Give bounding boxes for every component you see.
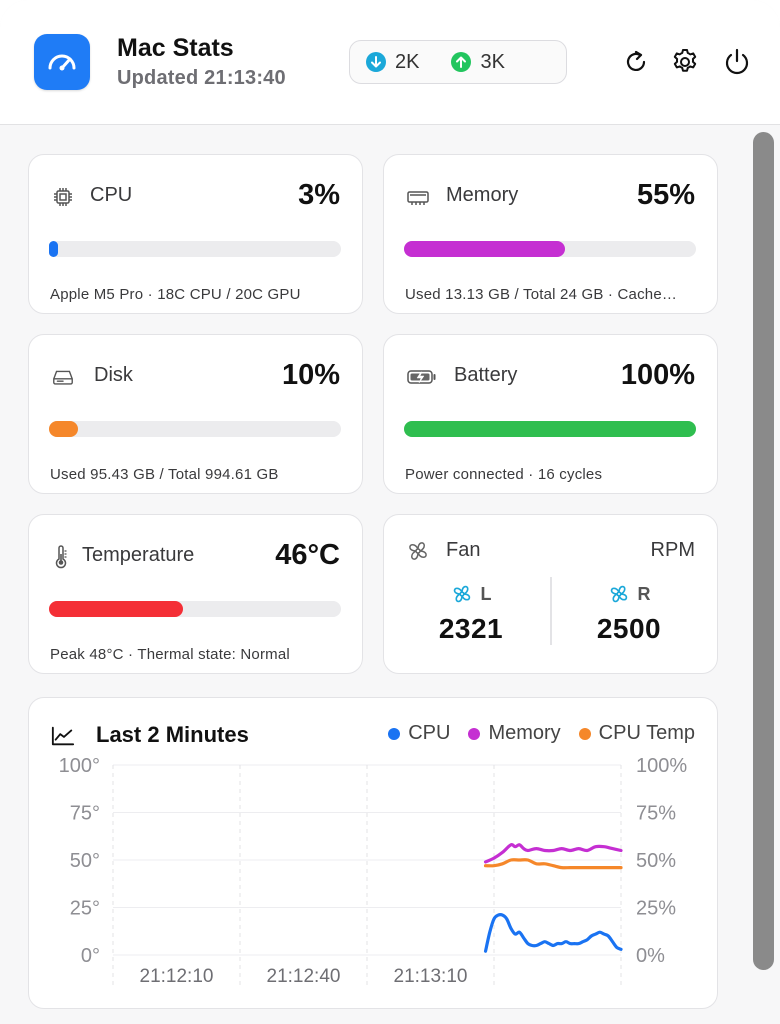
battery-progress-fill <box>404 421 696 437</box>
fan-label: Fan <box>446 539 481 561</box>
network-throughput: 2K 3K <box>349 40 567 84</box>
temperature-progress-bar <box>49 601 341 617</box>
cpu-detail: Apple M5 Pro · 18C CPU / 20C GPU <box>50 286 301 303</box>
battery-charging-icon <box>406 365 438 389</box>
fan-right-header: R <box>549 581 709 607</box>
disk-progress-fill <box>49 421 79 437</box>
updated-status: Updated 21:13:40 <box>117 67 286 90</box>
fan-right-icon <box>610 585 627 603</box>
cpu-series-line <box>483 913 623 953</box>
cpu-card: CPU 3% Apple M5 Pro · 18C CPU / 20C GPU <box>28 154 363 314</box>
disk-progress-bar <box>49 421 341 437</box>
thermometer-icon <box>49 545 73 569</box>
fan-left-header: L <box>391 581 551 607</box>
fan-left-icon <box>453 585 470 603</box>
disk-value: 10% <box>281 359 340 391</box>
upload-arrow-icon <box>451 52 472 72</box>
cpu-label: CPU <box>90 184 133 206</box>
temperature-label: Temperature <box>82 544 195 566</box>
power-icon <box>725 48 749 75</box>
memory-detail: Used 13.13 GB / Total 24 GB · Cache… <box>405 286 678 303</box>
refresh-button[interactable] <box>619 45 653 79</box>
gauge-icon <box>34 34 90 90</box>
x-tick-label: 21:13:10 <box>394 966 468 987</box>
fan-right: R 2500 <box>549 581 709 645</box>
y-right-tick-label: 75% <box>636 803 676 825</box>
history-chart: 100° 100% 75° 75% 50° 50% 25° 25% 0° 0% 21:12:10 21… <box>59 755 688 987</box>
memory-series-line <box>483 843 623 864</box>
memory-card: Memory 55% Used 13.13 GB / Total 24 GB ·… <box>383 154 718 314</box>
power-button[interactable] <box>720 45 754 79</box>
cpu-progress-fill <box>49 241 58 257</box>
cpu-value: 3% <box>298 179 340 211</box>
fan-icon <box>406 539 430 563</box>
app-window: Mac Stats Updated 21:13:40 2K 3K CPU 3% … <box>0 0 780 1024</box>
memory-progress-fill <box>404 241 565 257</box>
disk-card: Disk 10% Used 95.43 GB / Total 994.61 GB <box>28 334 363 494</box>
app-title: Mac Stats <box>117 34 234 62</box>
download-rate: 2K <box>366 51 419 74</box>
temperature-value: 46°C <box>275 539 340 571</box>
fan-left-rpm: 2321 <box>438 613 504 644</box>
temperature-card: Temperature 46°C Peak 48°C · Thermal sta… <box>28 514 363 674</box>
chip-icon <box>51 185 75 209</box>
y-left-tick-label: 100° <box>59 755 100 777</box>
fan-unit: RPM <box>650 539 695 561</box>
memory-icon <box>406 185 430 209</box>
memory-label: Memory <box>446 184 519 206</box>
disk-detail: Used 95.43 GB / Total 994.61 GB <box>50 466 279 483</box>
battery-value: 100% <box>620 359 695 391</box>
gear-icon <box>673 49 697 72</box>
disk-drive-icon <box>51 365 75 389</box>
x-tick-label: 21:12:40 <box>267 966 341 987</box>
fan-right-label: R <box>637 583 651 604</box>
y-right-tick-label: 0% <box>636 945 665 967</box>
x-tick-label: 21:12:10 <box>140 966 214 987</box>
disk-label: Disk <box>94 364 133 386</box>
upload-rate: 3K <box>451 50 505 74</box>
fan-right-rpm: 2500 <box>596 613 662 644</box>
fan-left-label: L <box>480 583 492 604</box>
settings-button[interactable] <box>668 45 702 79</box>
battery-label: Battery <box>454 364 518 386</box>
refresh-icon <box>626 50 646 71</box>
y-right-tick-label: 50% <box>636 850 676 872</box>
y-right-tick-label: 100% <box>636 755 687 777</box>
history-chart-card: Last 2 Minutes CPU Memory CPU Temp 100° 1… <box>28 697 718 1009</box>
updated-prefix: Updated <box>117 67 199 89</box>
header-bar: Mac Stats Updated 21:13:40 2K 3K <box>0 0 780 125</box>
memory-value: 55% <box>636 179 695 211</box>
y-left-tick-label: 0° <box>81 945 100 967</box>
y-left-tick-label: 75° <box>70 803 100 825</box>
cpu-progress-bar <box>49 241 341 257</box>
y-right-tick-label: 25% <box>636 898 676 920</box>
y-left-tick-label: 50° <box>70 850 100 872</box>
battery-detail: Power connected · 16 cycles <box>405 466 603 483</box>
memory-progress-bar <box>404 241 696 257</box>
battery-card: Battery 100% Power connected · 16 cycles <box>383 334 718 494</box>
battery-progress-bar <box>404 421 696 437</box>
temperature-progress-fill <box>49 601 184 617</box>
fan-card: Fan RPM L 2321 R 2500 <box>383 514 718 674</box>
upload-value: 3K <box>480 50 505 73</box>
download-value: 2K <box>395 50 420 73</box>
scrollbar-thumb[interactable] <box>753 132 774 970</box>
cpu-temp-series-line <box>483 858 623 870</box>
y-left-tick-label: 25° <box>70 898 100 920</box>
updated-time: 21:13:40 <box>204 67 286 89</box>
fan-left: L 2321 <box>391 581 551 645</box>
download-arrow-icon <box>366 52 386 72</box>
temperature-detail: Peak 48°C · Thermal state: Normal <box>50 646 290 663</box>
